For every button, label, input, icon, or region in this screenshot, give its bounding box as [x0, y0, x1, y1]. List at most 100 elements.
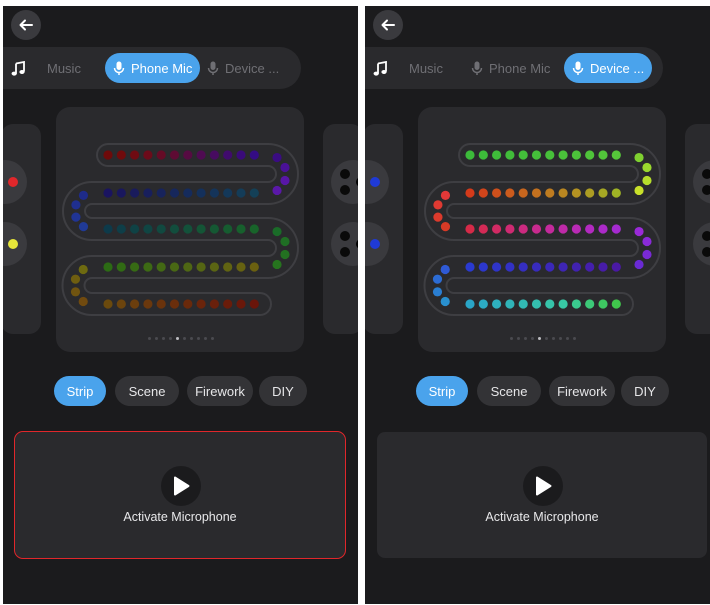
led-dot — [71, 200, 81, 210]
led-dot — [545, 150, 555, 160]
page-dot — [175, 337, 179, 340]
led-dot — [209, 262, 219, 272]
led-dot — [531, 150, 542, 160]
led-dot — [492, 150, 502, 160]
tab-firework[interactable]: Firework — [187, 376, 253, 406]
led-dot — [558, 262, 568, 272]
led-dot — [169, 188, 180, 198]
source-phone-mic[interactable]: Phone Mic — [469, 53, 550, 83]
led-dot — [478, 224, 488, 234]
led-dot — [702, 231, 710, 241]
page-dot — [565, 337, 569, 340]
music-note-icon — [373, 61, 387, 76]
led-dot — [642, 162, 652, 173]
tab-diy[interactable]: DIY — [259, 376, 307, 406]
effect-card-previous[interactable] — [3, 124, 41, 334]
led-dot — [116, 262, 126, 272]
led-dot — [340, 169, 350, 179]
effect-card-next[interactable] — [685, 124, 710, 334]
led-dot — [169, 299, 180, 309]
led-dot — [571, 188, 581, 198]
led-dot — [223, 150, 233, 160]
led-dot — [433, 200, 443, 210]
led-dot — [370, 177, 380, 187]
led-dot — [196, 262, 206, 272]
led-dot — [505, 299, 515, 309]
led-dot — [558, 150, 568, 160]
led-dot — [78, 264, 88, 275]
play-button[interactable] — [161, 466, 201, 506]
page-dot — [516, 337, 520, 340]
led-dot — [642, 249, 652, 260]
led-dot — [702, 247, 710, 257]
led-dot — [183, 150, 193, 160]
microphone-icon — [469, 60, 485, 76]
effect-card-previous[interactable] — [365, 124, 403, 334]
page-dot — [189, 337, 193, 340]
led-dot — [103, 224, 113, 234]
source-phone-mic[interactable]: Phone Mic — [105, 53, 201, 83]
led-dot — [78, 190, 89, 201]
page-dot — [509, 337, 513, 340]
led-dot — [249, 188, 259, 198]
led-strip-preview — [423, 143, 661, 316]
tab-scene[interactable]: Scene — [115, 376, 179, 406]
tab-scene[interactable]: Scene — [477, 376, 541, 406]
preview-blob — [693, 160, 710, 204]
music-note-icon — [11, 61, 25, 76]
led-dot — [156, 299, 166, 309]
led-dot — [440, 221, 451, 232]
led-dot — [236, 262, 246, 272]
led-dot — [249, 224, 259, 234]
back-button[interactable] — [373, 10, 403, 40]
play-icon — [174, 476, 190, 496]
led-dot — [70, 274, 81, 284]
led-dot — [272, 226, 282, 237]
tab-diy[interactable]: DIY — [621, 376, 669, 406]
source-music[interactable]: Music — [409, 53, 443, 83]
led-dot — [130, 262, 140, 272]
led-dot — [130, 224, 140, 234]
led-dot — [571, 150, 581, 160]
led-dot — [478, 188, 488, 198]
led-dot — [545, 188, 555, 198]
led-dot — [518, 262, 528, 272]
effect-card-next[interactable] — [323, 124, 358, 334]
source-music[interactable]: Music — [47, 53, 81, 83]
led-dot — [116, 224, 126, 234]
led-dot — [103, 262, 113, 272]
led-dot — [611, 299, 621, 309]
page-dot — [523, 337, 527, 340]
play-button[interactable] — [523, 466, 563, 506]
led-dot — [71, 212, 81, 222]
led-dot — [116, 188, 126, 198]
activate-microphone-label: Activate Microphone — [123, 510, 237, 524]
page-dot — [530, 337, 534, 340]
led-dot — [465, 262, 475, 272]
led-dot — [143, 299, 153, 309]
tab-strip[interactable]: Strip — [416, 376, 468, 406]
page-dot — [147, 337, 151, 340]
led-dot — [531, 224, 542, 234]
audio-source-bar: Music Phone Mic Device ... — [3, 47, 301, 89]
play-icon — [536, 476, 552, 496]
led-dot — [531, 299, 542, 309]
tab-firework[interactable]: Firework — [549, 376, 615, 406]
led-dot — [236, 299, 246, 309]
tab-strip[interactable]: Strip — [54, 376, 106, 406]
source-device[interactable]: Device ... — [564, 53, 653, 83]
effect-card-strip-preview[interactable] — [56, 107, 304, 352]
back-button[interactable] — [11, 10, 41, 40]
led-dot — [143, 262, 153, 272]
effect-card-strip-preview[interactable] — [418, 107, 666, 352]
led-dot — [432, 287, 443, 297]
led-dot — [505, 224, 515, 234]
led-dot — [505, 150, 515, 160]
led-dot — [465, 299, 475, 309]
led-dot — [440, 264, 450, 275]
led-dot — [585, 224, 595, 234]
source-device[interactable]: Device ... — [205, 53, 279, 83]
led-dot — [518, 150, 528, 160]
led-dot — [130, 150, 140, 160]
led-dot — [143, 224, 153, 234]
